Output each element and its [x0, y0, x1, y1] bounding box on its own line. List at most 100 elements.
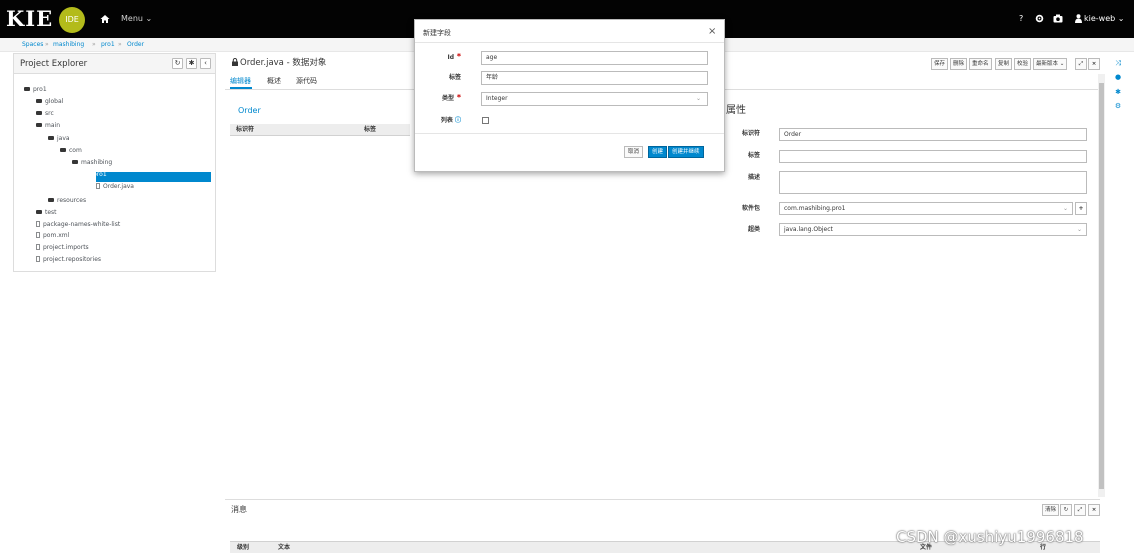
tree-item-label: project.imports — [43, 244, 89, 251]
tree-item[interactable]: project.repositories — [36, 255, 101, 265]
breadcrumb-project[interactable]: pro1 — [101, 39, 115, 51]
refresh-icon[interactable]: ↻ — [1060, 504, 1072, 516]
home-icon[interactable] — [100, 14, 110, 24]
breadcrumb-separator: » — [118, 41, 122, 48]
folder-icon — [36, 210, 42, 214]
create-and-continue-button[interactable]: 创建并继续 — [668, 146, 704, 158]
close-icon[interactable]: × — [1088, 504, 1100, 516]
add-package-button[interactable]: + — [1075, 202, 1087, 215]
id-input[interactable]: age — [481, 51, 708, 65]
tree-item-label: pom.xml — [43, 232, 70, 239]
tree-item[interactable]: pro1 — [24, 85, 47, 95]
tree-item[interactable]: mashibing — [72, 158, 112, 168]
tree-item-label: resources — [57, 197, 87, 204]
folder-icon — [48, 198, 54, 202]
create-button[interactable]: 创建 — [648, 146, 668, 158]
collapse-button[interactable]: ‹ — [200, 58, 211, 69]
label-label: 标签 — [448, 74, 461, 81]
tree-item-label: project.repositories — [43, 256, 102, 263]
menu-dropdown[interactable]: Menu ⌄ — [121, 13, 152, 25]
type-label: 类型 * — [419, 93, 461, 104]
tree-item[interactable]: global — [36, 97, 63, 107]
tree-item[interactable]: project.imports — [36, 243, 89, 253]
tree-item[interactable]: src — [36, 109, 54, 119]
tree-item[interactable]: resources — [48, 196, 86, 206]
column-identifier[interactable]: 标识符 — [236, 125, 254, 135]
database-icon[interactable]: ● — [1113, 72, 1123, 82]
camera-icon[interactable] — [1053, 14, 1063, 23]
scrollbar-thumb[interactable] — [1099, 83, 1104, 489]
messages-divider — [225, 499, 1100, 500]
chevron-down-icon: ⌄ — [1062, 205, 1068, 212]
description-textarea[interactable] — [779, 171, 1087, 194]
breadcrumb-separator: » — [92, 41, 96, 48]
rename-button[interactable]: 重命名 — [969, 58, 992, 70]
tree-item-label: src — [45, 110, 54, 117]
list-checkbox[interactable] — [482, 117, 489, 124]
help-icon[interactable]: ? — [1019, 13, 1023, 25]
label-input[interactable] — [779, 150, 1087, 163]
delete-button[interactable]: 删除 — [950, 58, 968, 70]
column-label[interactable]: 标签 — [364, 125, 376, 135]
gear-icon[interactable] — [1035, 14, 1044, 23]
column-level[interactable]: 级别 — [237, 543, 249, 553]
breadcrumb-spaces[interactable]: Spaces — [22, 39, 43, 51]
save-button[interactable]: 保存 — [931, 58, 949, 70]
folder-icon — [36, 111, 42, 115]
maximize-icon[interactable]: ⤢ — [1075, 58, 1087, 70]
dialog-title: 新建字段 — [423, 29, 451, 37]
tree-item[interactable]: package-names-white-list — [36, 220, 120, 230]
tree-item[interactable]: java — [48, 134, 70, 144]
new-field-dialog: 新建字段 × Id * age 标签 年龄 类型 * Integer ⌄ 列表 ⓘ… — [414, 19, 725, 172]
cancel-button[interactable]: 取消 — [624, 146, 644, 158]
kie-logo[interactable]: KIE — [6, 7, 53, 31]
tree-item-label: global — [45, 98, 64, 105]
tree-item[interactable]: pom.xml — [36, 231, 69, 241]
folder-icon — [72, 160, 78, 164]
maximize-icon[interactable]: ⤢ — [1074, 504, 1086, 516]
tree-item[interactable]: com — [60, 146, 82, 156]
settings-button[interactable]: ✱ — [186, 58, 197, 69]
description-label: 描述 — [747, 174, 760, 181]
tab-editor[interactable]: 编辑器 — [230, 76, 251, 86]
breadcrumb-asset[interactable]: Order — [127, 39, 144, 51]
settings-icon[interactable]: ⚙ — [1113, 101, 1123, 111]
tab-source[interactable]: 源代码 — [296, 76, 317, 86]
data-object-name[interactable]: Order — [238, 105, 261, 117]
user-menu[interactable]: kie-web ⌄ — [1084, 13, 1124, 25]
tree-item-label: com — [69, 147, 82, 154]
clear-messages-button[interactable]: 清除 — [1042, 504, 1060, 516]
lock-icon — [232, 58, 238, 66]
file-icon — [36, 256, 40, 262]
superclass-label: 超类 — [747, 226, 760, 233]
superclass-select[interactable]: java.lang.Object ⌄ — [779, 223, 1087, 236]
tree-selection-highlight — [96, 172, 211, 182]
identifier-input[interactable]: Order — [779, 128, 1087, 141]
tab-overview[interactable]: 概述 — [267, 76, 281, 86]
type-select[interactable]: Integer ⌄ — [481, 92, 708, 106]
info-icon[interactable]: ⓘ — [455, 117, 461, 124]
file-icon — [96, 183, 100, 189]
label-input[interactable]: 年龄 — [481, 71, 708, 85]
tree-item[interactable]: test — [36, 208, 57, 218]
close-icon[interactable]: × — [708, 26, 716, 38]
ide-logo-badge[interactable]: IDE — [59, 7, 85, 33]
breadcrumb-separator: » — [45, 41, 49, 48]
version-dropdown[interactable]: 最新版本 ⌄ — [1033, 58, 1068, 70]
gear-icon[interactable]: ✱ — [1113, 87, 1123, 97]
shuffle-icon[interactable]: ⤨ — [1113, 58, 1123, 68]
tree-item[interactable]: Order.java — [96, 182, 134, 192]
copy-button[interactable]: 复制 — [995, 58, 1013, 70]
column-text[interactable]: 文本 — [278, 543, 290, 553]
tree-item[interactable]: main — [36, 121, 60, 131]
id-label: Id * — [419, 52, 462, 63]
folder-icon — [48, 136, 54, 140]
close-icon[interactable]: × — [1088, 58, 1100, 70]
tree-item-label: main — [45, 122, 60, 129]
package-select[interactable]: com.mashibing.pro1 ⌄ — [779, 202, 1073, 215]
refresh-button[interactable]: ↻ — [172, 58, 183, 69]
breadcrumb-space[interactable]: mashibing — [53, 39, 84, 51]
validate-button[interactable]: 校验 — [1014, 58, 1032, 70]
tree-item[interactable]: pro1 — [84, 170, 107, 180]
tree-item-label: package-names-white-list — [43, 221, 121, 228]
